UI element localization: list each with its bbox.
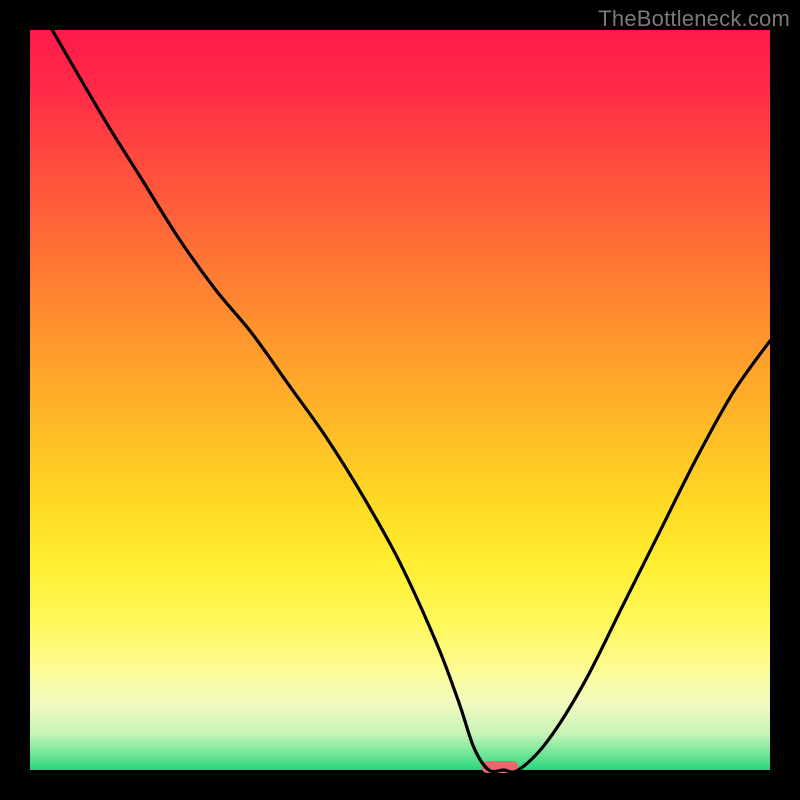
bottleneck-chart — [0, 0, 800, 800]
chart-container: TheBottleneck.com — [0, 0, 800, 800]
watermark-text: TheBottleneck.com — [598, 6, 790, 32]
plot-area — [30, 30, 770, 770]
